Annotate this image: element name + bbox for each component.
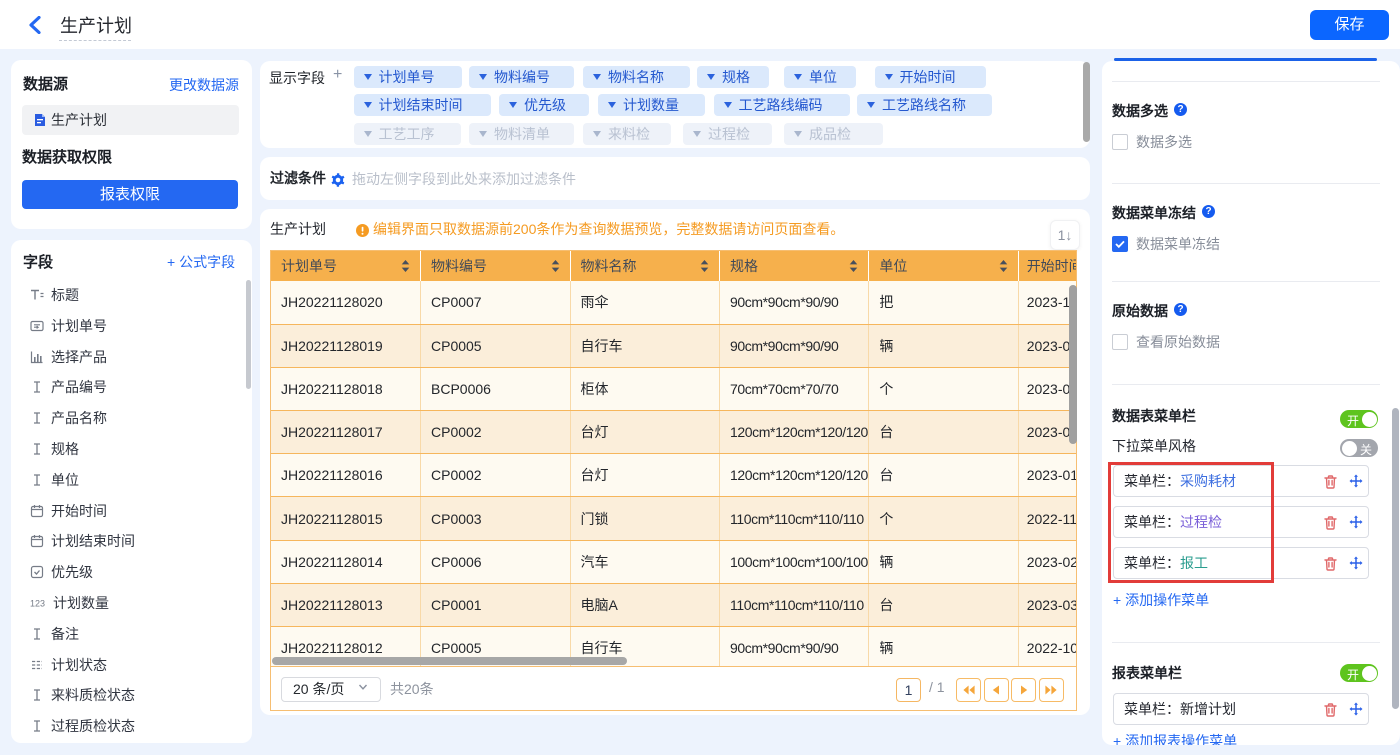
svg-text:123: 123	[30, 599, 45, 609]
